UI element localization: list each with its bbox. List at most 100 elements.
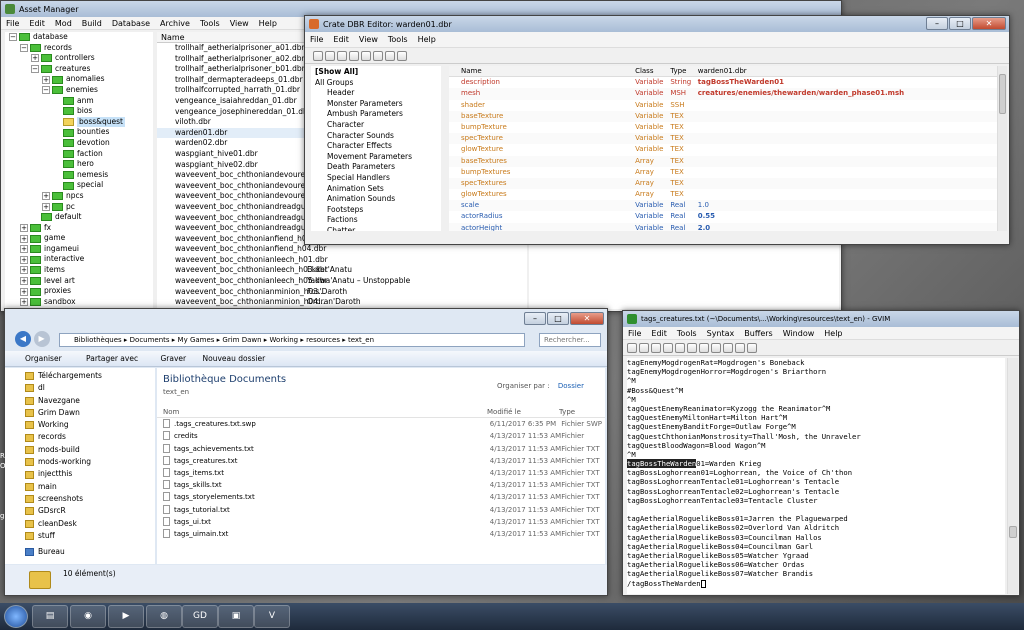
tree-toggle[interactable]: + [20, 276, 28, 285]
group-item[interactable]: [Show All] [311, 67, 441, 78]
gvim-titlebar[interactable]: tags_creatures.txt (~\Documents\...\Work… [623, 311, 1019, 327]
breadcrumb[interactable]: Bibliothèques ▸ Documents ▸ My Games ▸ G… [59, 333, 525, 347]
tree-node-interactive[interactable]: + interactive [5, 254, 153, 265]
tree-node-special[interactable]: special [5, 180, 153, 191]
property-row[interactable]: actorRadius Variable Real 0.55 [449, 211, 997, 222]
tree-toggle[interactable]: − [31, 65, 39, 74]
tree-toggle[interactable] [53, 128, 61, 137]
tree-node-faction[interactable]: faction [5, 149, 153, 160]
breadcrumb-item[interactable]: text_en [348, 336, 374, 344]
tree-toggle[interactable]: + [20, 255, 28, 264]
new-icon[interactable] [313, 51, 323, 61]
tree-toggle[interactable]: + [20, 223, 28, 232]
group-item[interactable]: Character [311, 120, 441, 131]
property-value[interactable] [694, 111, 997, 122]
tree-node-pc[interactable]: + pc [5, 202, 153, 213]
database-tree[interactable]: − database − records + controllers − creatures +… [5, 32, 153, 309]
property-row[interactable]: actorHeight Variable Real 2.0 [449, 222, 997, 231]
nav-item[interactable]: Téléchargements [5, 370, 155, 382]
breadcrumb-item[interactable]: resources [306, 336, 340, 344]
save-icon[interactable] [639, 343, 649, 353]
breadcrumb-item[interactable]: Working [270, 336, 299, 344]
property-value[interactable] [694, 100, 997, 111]
menu-edit[interactable]: Edit [646, 329, 672, 338]
minimize-button[interactable]: – [926, 17, 948, 30]
open-icon[interactable] [325, 51, 335, 61]
tree-node-proxies[interactable]: + proxies [5, 286, 153, 297]
tree-toggle[interactable]: − [20, 43, 28, 52]
group-item[interactable]: Header [311, 88, 441, 99]
tree-node-enemies[interactable]: − enemies [5, 85, 153, 96]
group-item[interactable]: All Groups [311, 78, 441, 89]
menu-window[interactable]: Window [778, 329, 820, 338]
property-value[interactable] [694, 178, 997, 189]
explorer-titlebar[interactable]: – □ ✕ [5, 309, 607, 329]
tree-node-level-art[interactable]: + level art [5, 276, 153, 287]
property-row[interactable]: shader Variable SSH [449, 100, 997, 111]
property-value[interactable] [694, 122, 997, 133]
file-row[interactable]: tags_storyelements.txt 4/13/2017 11:53 AM… [157, 491, 605, 503]
property-value[interactable] [694, 144, 997, 155]
organize-button[interactable]: Organiser [25, 354, 62, 363]
navigation-pane[interactable]: Téléchargements dl Navezgane Grim Dawn Worki… [5, 368, 155, 564]
group-item[interactable]: Monster Parameters [311, 99, 441, 110]
menu-help[interactable]: Help [819, 329, 847, 338]
menu-syntax[interactable]: Syntax [702, 329, 740, 338]
tree-toggle[interactable] [53, 160, 61, 169]
breadcrumb-item[interactable]: My Games [178, 336, 215, 344]
column-modified[interactable]: Modifié le [487, 406, 559, 417]
group-item[interactable]: Footsteps [311, 205, 441, 216]
breadcrumb-item[interactable]: Documents [130, 336, 170, 344]
tree-node-sandbox[interactable]: + sandbox [5, 297, 153, 308]
property-value[interactable]: tagBossTheWarden01 [694, 77, 997, 88]
file-row[interactable]: tags_tutorial.txt 4/13/2017 11:53 AM Fichi… [157, 504, 605, 516]
property-scrollbar[interactable] [997, 66, 1007, 231]
search-input[interactable]: Rechercher... [539, 333, 601, 347]
tree-node-devotion[interactable]: devotion [5, 138, 153, 149]
group-item[interactable]: Chatter [311, 226, 441, 231]
redo-icon[interactable] [687, 343, 697, 353]
breadcrumb-item[interactable]: Grim Dawn [222, 336, 261, 344]
gvim-scrollbar[interactable] [1007, 358, 1018, 594]
tree-node-records[interactable]: − records [5, 43, 153, 54]
menu-edit[interactable]: Edit [328, 35, 354, 44]
property-row[interactable]: mesh Variable MSH creatures/enemies/theward… [449, 88, 997, 100]
tree-node-bios[interactable]: bios [5, 106, 153, 117]
nav-item[interactable]: screenshots [5, 493, 155, 505]
property-value[interactable] [694, 133, 997, 144]
menu-file[interactable]: File [1, 19, 24, 28]
copy-icon[interactable] [711, 343, 721, 353]
taskbar-network-icon[interactable]: ◍ [146, 605, 182, 628]
save-icon[interactable] [337, 51, 347, 61]
group-item[interactable]: Animation Sounds [311, 194, 441, 205]
undo-icon[interactable] [675, 343, 685, 353]
nav-item[interactable]: Working [5, 419, 155, 431]
tree-node-creatures[interactable]: − creatures [5, 64, 153, 75]
property-row[interactable]: description Variable String tagBossTheWarde… [449, 77, 997, 88]
property-row[interactable]: specTextures Array TEX [449, 177, 997, 190]
file-row[interactable]: tags_achievements.txt 4/13/2017 11:53 AM F… [157, 443, 605, 455]
nav-item[interactable]: mods-working [5, 456, 155, 468]
cut-icon[interactable] [699, 343, 709, 353]
nav-item[interactable]: records [5, 431, 155, 443]
nav-item[interactable]: dl [5, 382, 155, 394]
property-row[interactable]: glowTexture Variable TEX [449, 144, 997, 155]
property-value[interactable] [694, 167, 997, 178]
menu-tools[interactable]: Tools [195, 19, 225, 28]
tree-node-controllers[interactable]: + controllers [5, 53, 153, 64]
menu-help[interactable]: Help [254, 19, 282, 28]
menu-database[interactable]: Database [107, 19, 155, 28]
property-value[interactable]: 2.0 [694, 223, 997, 231]
copy-icon[interactable] [349, 51, 359, 61]
nav-item[interactable]: cleanDesk [5, 518, 155, 530]
menu-build[interactable]: Build [77, 19, 107, 28]
nav-item[interactable]: Bureau [5, 546, 155, 558]
menu-file[interactable]: File [623, 329, 646, 338]
tree-node-nemesis[interactable]: nemesis [5, 170, 153, 181]
nav-item[interactable]: main [5, 481, 155, 493]
taskbar-grimdawn-icon[interactable]: GD [182, 605, 218, 628]
tree-toggle[interactable] [53, 118, 61, 127]
property-row[interactable]: glowTextures Array TEX [449, 189, 997, 200]
tree-toggle[interactable]: + [20, 298, 28, 307]
tree-toggle[interactable] [53, 139, 61, 148]
